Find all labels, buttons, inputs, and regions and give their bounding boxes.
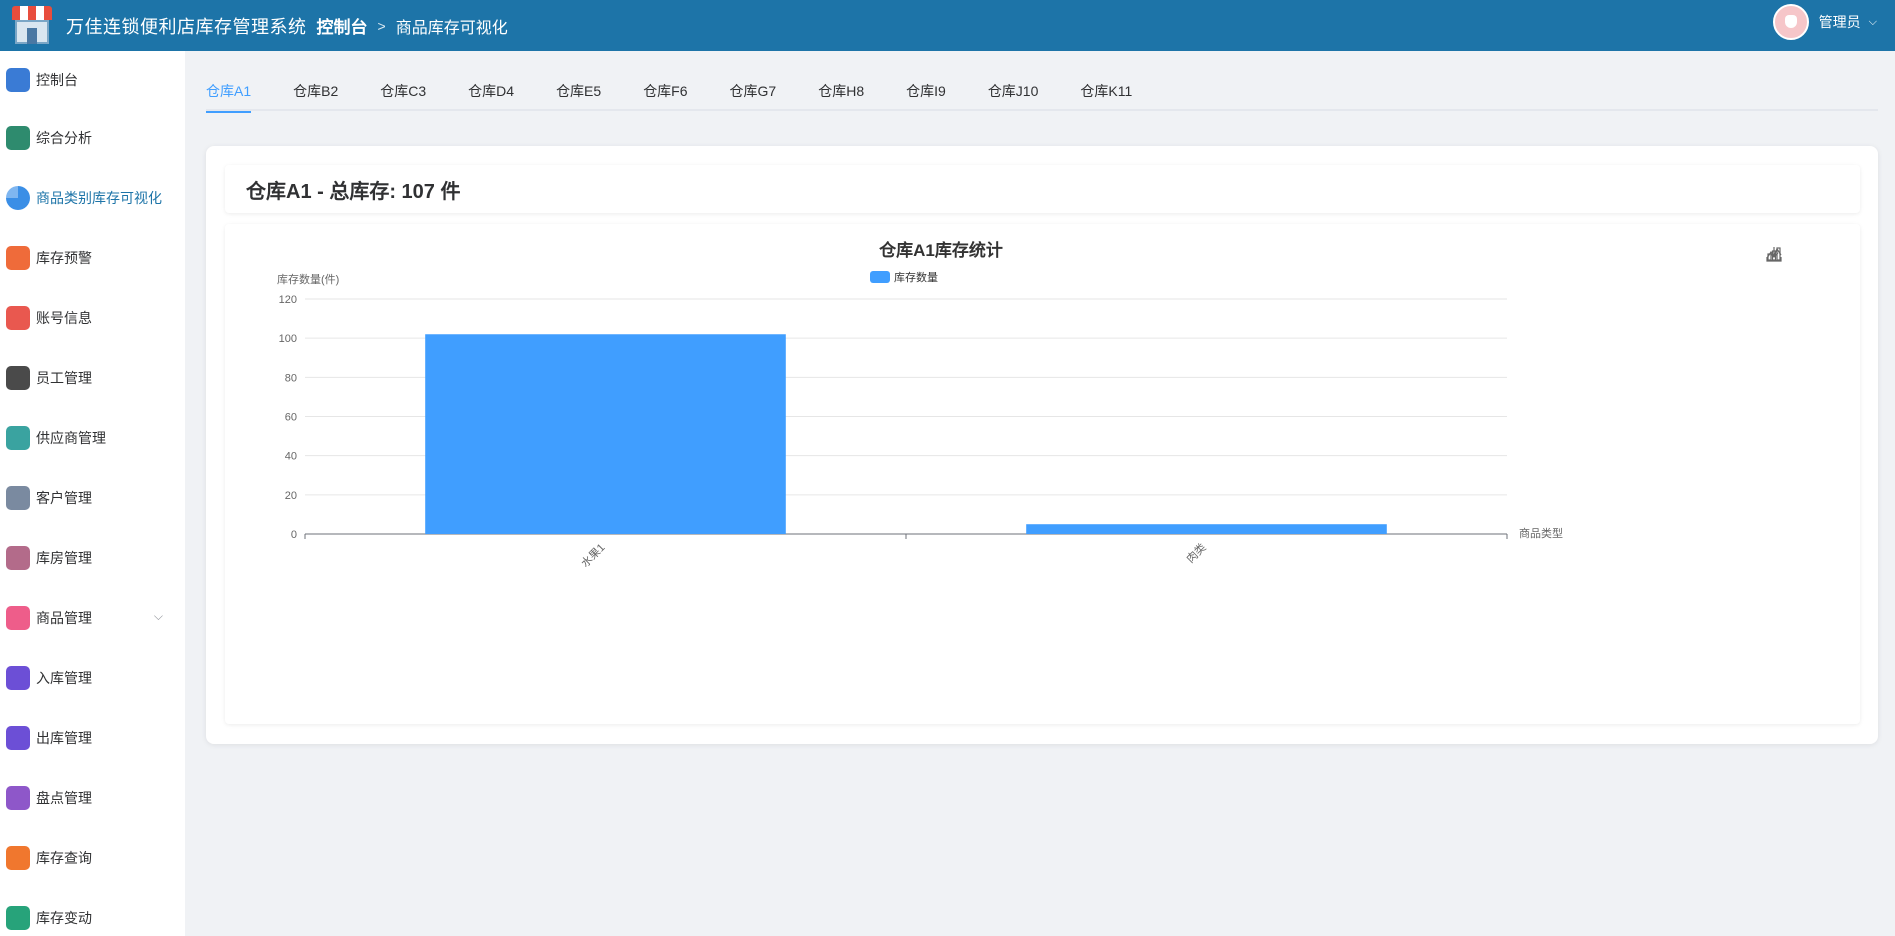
tab-warehouse-8[interactable]: 仓库I9	[906, 71, 946, 111]
sidebar-item-10[interactable]: 入库管理	[0, 648, 185, 708]
tab-warehouse-2[interactable]: 仓库C3	[380, 71, 426, 111]
sidebar-item-12[interactable]: 盘点管理	[0, 768, 185, 828]
card-title: 仓库A1 - 总库存: 107 件	[246, 180, 461, 203]
card-header: 仓库A1 - 总库存: 107 件	[225, 165, 1860, 213]
y-tick-label: 80	[285, 372, 297, 384]
tab-warehouse-1[interactable]: 仓库B2	[293, 71, 338, 111]
legend-label: 库存数量	[894, 270, 938, 284]
stock-query-icon	[6, 846, 30, 870]
sidebar-item-6[interactable]: 供应商管理	[0, 408, 185, 468]
top-bar: 万佳连锁便利店库存管理系统 控制台 > 商品库存可视化 管理员 ⌵	[0, 0, 1895, 51]
sidebar-item-label: 控制台	[36, 71, 78, 88]
sidebar-item-label: 出库管理	[36, 730, 92, 746]
inventory-check-icon	[6, 786, 30, 810]
user-name[interactable]: 管理员	[1819, 12, 1861, 32]
bar-1	[1026, 524, 1387, 534]
product-icon	[6, 606, 30, 630]
x-tick-label: 水果1	[579, 541, 608, 570]
tab-warehouse-3[interactable]: 仓库D4	[468, 71, 514, 111]
tab-warehouse-7[interactable]: 仓库H8	[818, 71, 864, 111]
sidebar-item-label: 客户管理	[36, 490, 92, 506]
warning-house-icon	[6, 246, 30, 270]
sidebar: 控制台综合分析商品类别库存可视化 库存预警账号信息员工管理供应商管理客户管理库房管…	[0, 51, 185, 936]
analysis-monitor-icon	[6, 126, 30, 150]
bar-chart: 仓库A1库存统计库存数量 库存数量(件) 0 20 40 60 80 100 120 水果1 肉类 商…	[277, 240, 1563, 570]
dashboard-icon	[6, 67, 30, 92]
chart-title: 仓库A1库存统计	[878, 240, 1003, 260]
tab-warehouse-6[interactable]: 仓库G7	[730, 71, 777, 111]
chevron-down-icon[interactable]: ⌵	[1869, 16, 1877, 29]
supplier-icon	[6, 426, 30, 450]
y-tick-label: 20	[285, 490, 297, 502]
y-tick-label: 60	[285, 412, 297, 424]
download-icon[interactable]	[1766, 246, 1838, 262]
sidebar-item-label: 入库管理	[36, 670, 92, 686]
sidebar-item-label: 盘点管理	[36, 790, 92, 806]
sidebar-item-label: 商品类别库存可视化	[36, 190, 162, 206]
sidebar-item-9[interactable]: 商品管理 ⌵	[0, 588, 185, 648]
y-axis-label: 库存数量(件)	[277, 272, 339, 286]
bar-chart-icon[interactable]	[1767, 246, 1810, 262]
sidebar-item-1[interactable]: 综合分析	[0, 108, 185, 168]
sidebar-item-5[interactable]: 员工管理	[0, 348, 185, 408]
sidebar-item-0[interactable]: 控制台	[0, 51, 185, 108]
sidebar-item-label: 库存预警	[36, 250, 92, 266]
customer-icon	[6, 486, 30, 510]
y-tick-label: 40	[285, 451, 297, 463]
pie-chart-icon	[6, 186, 30, 210]
y-tick-label: 0	[291, 529, 297, 541]
warehouse-icon	[6, 546, 30, 570]
x-axis-label: 商品类型	[1519, 526, 1563, 540]
breadcrumb-current: 商品库存可视化	[395, 19, 508, 37]
sidebar-item-7[interactable]: 客户管理	[0, 468, 185, 528]
employee-icon	[6, 366, 30, 390]
inventory-card: 仓库A1 - 总库存: 107 件 仓库A1库存统计库存数量 库存数量(件) 0 20…	[206, 146, 1878, 744]
tab-warehouse-0[interactable]: 仓库A1	[206, 71, 252, 113]
app-title: 万佳连锁便利店库存管理系统	[66, 16, 307, 37]
user-menu[interactable]: 管理员 ⌵	[1772, 4, 1877, 40]
main-content: 仓库A1 仓库B2 仓库C3 仓库D4 仓库E5 仓库F6 仓库G7 仓库H8 仓库I9 仓库J1…	[185, 51, 1895, 936]
inbound-icon	[6, 666, 30, 690]
sidebar-item-label: 账号信息	[36, 310, 92, 326]
bar-0	[425, 334, 786, 534]
account-icon	[6, 306, 30, 330]
sidebar-item-label: 库存查询	[36, 850, 92, 866]
sidebar-item-8[interactable]: 库房管理	[0, 528, 185, 588]
tab-warehouse-10[interactable]: 仓库K11	[1080, 71, 1132, 111]
x-tick-label: 肉类	[1183, 540, 1208, 565]
chart-toolbox	[1766, 246, 1838, 262]
tab-warehouse-4[interactable]: 仓库E5	[556, 71, 601, 111]
sidebar-item-label: 库房管理	[36, 550, 92, 566]
breadcrumb-separator-icon: >	[377, 17, 386, 34]
sidebar-item-2[interactable]: 商品类别库存可视化	[0, 168, 185, 228]
store-logo-icon	[10, 4, 54, 48]
sidebar-item-label: 员工管理	[36, 370, 92, 386]
breadcrumb-home[interactable]: 控制台	[317, 13, 368, 38]
sidebar-item-3[interactable]: 库存预警	[0, 228, 185, 288]
avatar[interactable]	[1772, 4, 1809, 40]
sidebar-item-label: 供应商管理	[36, 430, 106, 446]
chart-container: 仓库A1库存统计库存数量 库存数量(件) 0 20 40 60 80 100 120 水果1 肉类 商…	[225, 224, 1860, 724]
chevron-down-icon[interactable]: ⌵	[154, 609, 163, 624]
stock-change-icon	[6, 906, 30, 930]
tab-warehouse-5[interactable]: 仓库F6	[643, 71, 687, 111]
y-tick-label: 100	[279, 333, 297, 345]
sidebar-item-label: 库存变动	[36, 910, 92, 926]
sidebar-item-4[interactable]: 账号信息	[0, 288, 185, 348]
sidebar-item-14[interactable]: 库存变动	[0, 888, 185, 936]
y-tick-label: 120	[279, 294, 297, 306]
tab-warehouse-9[interactable]: 仓库J10	[988, 71, 1039, 111]
sidebar-item-label: 商品管理	[36, 610, 92, 626]
sidebar-item-13[interactable]: 库存查询	[0, 828, 185, 888]
sidebar-item-label: 综合分析	[36, 130, 92, 146]
outbound-icon	[6, 726, 30, 750]
warehouse-tabs: 仓库A1 仓库B2 仓库C3 仓库D4 仓库E5 仓库F6 仓库G7 仓库H8 仓库I9 仓库J1…	[206, 71, 1878, 113]
sidebar-item-11[interactable]: 出库管理	[0, 708, 185, 768]
legend-swatch	[870, 271, 890, 283]
